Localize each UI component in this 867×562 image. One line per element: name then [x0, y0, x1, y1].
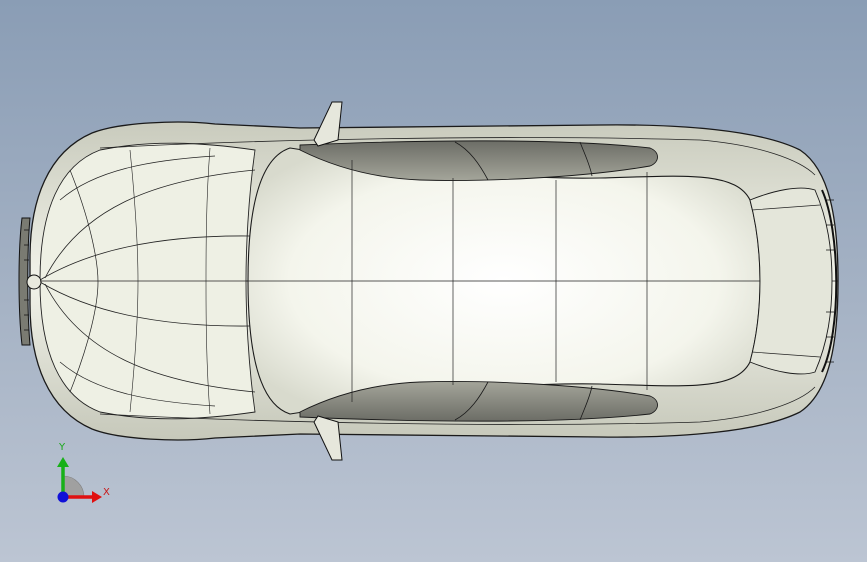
side-mirror-bottom [313, 415, 343, 461]
emblem [26, 274, 42, 290]
triad-x-label: X [103, 487, 110, 498]
coordinate-triad [57, 457, 102, 503]
side-mirror-top [313, 101, 343, 147]
trunk-panel [749, 187, 833, 375]
triad-y-label: Y [59, 442, 66, 453]
car-model[interactable] [0, 0, 867, 562]
cad-viewport[interactable]: Y X [0, 0, 867, 562]
